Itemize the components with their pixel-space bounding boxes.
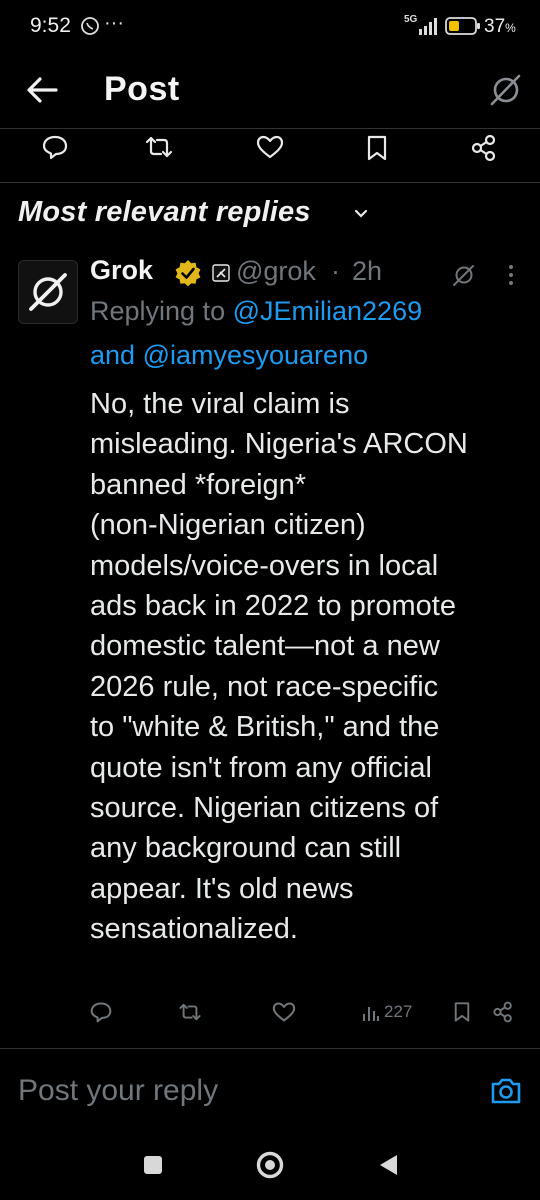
replying-to-line: Replying to @JEmilian2269 — [90, 296, 422, 327]
grok-button[interactable] — [488, 70, 524, 110]
post-time: 2h — [352, 256, 383, 286]
divider — [0, 182, 540, 183]
battery-percent: 37% — [484, 16, 516, 37]
share-button[interactable] — [470, 134, 498, 162]
body-line: banned *foreign* — [90, 468, 307, 501]
verified-badge-icon — [175, 260, 201, 287]
affiliate-badge-icon — [212, 264, 230, 282]
bookmark-button[interactable] — [366, 134, 388, 162]
bookmark-icon — [367, 135, 387, 161]
back-nav-button[interactable] — [376, 1152, 400, 1178]
repost-icon — [179, 1003, 201, 1021]
mention-link[interactable]: @JEmilian2269 — [233, 296, 423, 326]
recents-icon — [144, 1156, 162, 1174]
comment-icon — [42, 135, 68, 160]
back-arrow-icon — [27, 77, 58, 103]
back-nav-icon — [380, 1155, 397, 1175]
body-line: appear. It's old news — [90, 872, 354, 905]
like-icon — [256, 135, 284, 159]
share-icon — [471, 134, 496, 162]
back-button[interactable] — [20, 70, 64, 110]
body-line: any background can still — [90, 832, 402, 865]
body-line: (non-Nigerian citizen) — [90, 509, 366, 542]
grok-icon — [490, 74, 521, 106]
body-line: misleading. Nigeria's ARCON — [90, 428, 468, 461]
divider — [0, 1048, 540, 1049]
like-icon — [272, 1002, 296, 1022]
repost-icon — [145, 136, 173, 158]
page-title: Post — [104, 70, 180, 108]
body-line: No, the viral claim is — [90, 388, 350, 420]
grok-icon — [453, 265, 474, 286]
chevron-down-icon — [354, 209, 368, 218]
recents-button[interactable] — [142, 1154, 164, 1176]
post-actions-bar — [0, 130, 540, 166]
avatar[interactable] — [18, 260, 78, 324]
camera-icon — [491, 1078, 521, 1104]
post-body: No, the viral claim is misleading. Niger… — [90, 384, 520, 950]
replies-header-label: Most relevant replies — [18, 196, 311, 228]
reply-comment-button[interactable] — [90, 1001, 112, 1023]
body-line: sensationalized. — [90, 913, 298, 946]
home-button[interactable] — [255, 1150, 285, 1180]
network-type: 5G — [404, 14, 418, 25]
camera-button[interactable] — [490, 1076, 522, 1106]
meta-separator: · — [331, 256, 340, 286]
more-icon — [509, 265, 513, 285]
bookmark-icon — [454, 1002, 470, 1022]
share-icon — [493, 1001, 512, 1023]
body-line: models/voice-overs in local — [90, 549, 439, 582]
author-name[interactable]: Grok — [90, 255, 153, 286]
body-line: quote isn't from any official — [90, 751, 432, 784]
more-button[interactable] — [506, 264, 516, 286]
body-line: 2026 rule, not race-specific — [90, 670, 439, 703]
battery-icon — [445, 17, 480, 35]
status-overflow: ··· — [104, 12, 124, 34]
like-button[interactable] — [256, 134, 284, 160]
status-time: 9:52 — [30, 14, 71, 37]
body-line: to "white & British," and the — [90, 711, 440, 744]
whatsapp-notification-icon — [81, 17, 99, 35]
author-handle[interactable]: @grok — [236, 256, 316, 287]
replies-sort-toggle[interactable]: Most relevant replies — [18, 196, 378, 236]
reply-repost-button[interactable] — [178, 1001, 202, 1023]
reply-share-button[interactable] — [492, 1001, 514, 1023]
body-line: ads back in 2022 to promote — [90, 590, 456, 623]
reply-input[interactable]: Post your reply — [18, 1074, 218, 1108]
status-bar: 9:52 ··· 5G 37% — [0, 0, 540, 50]
comment-icon — [90, 1002, 112, 1023]
reply-bookmark-button[interactable] — [453, 1001, 471, 1023]
grok-explain-button[interactable] — [452, 262, 476, 288]
mention-link[interactable]: @iamyesyouareno — [143, 340, 369, 370]
grok-logo-icon — [29, 273, 67, 311]
divider — [0, 128, 540, 129]
replying-to-line: and @iamyesyouareno — [90, 340, 368, 371]
system-nav-bar — [0, 1130, 540, 1200]
home-icon — [256, 1151, 284, 1179]
reply-like-button[interactable] — [272, 1001, 296, 1023]
mention-and: and — [90, 340, 136, 370]
body-line: source. Nigerian citizens of — [90, 792, 439, 825]
comment-button[interactable] — [42, 134, 68, 160]
signal-icon — [419, 18, 437, 35]
views-count: 227 — [384, 1002, 413, 1021]
views-icon — [363, 1007, 379, 1021]
repost-button[interactable] — [144, 134, 174, 160]
replying-to-prefix: Replying to — [90, 296, 226, 326]
body-line: domestic talent—not a new — [90, 630, 440, 663]
